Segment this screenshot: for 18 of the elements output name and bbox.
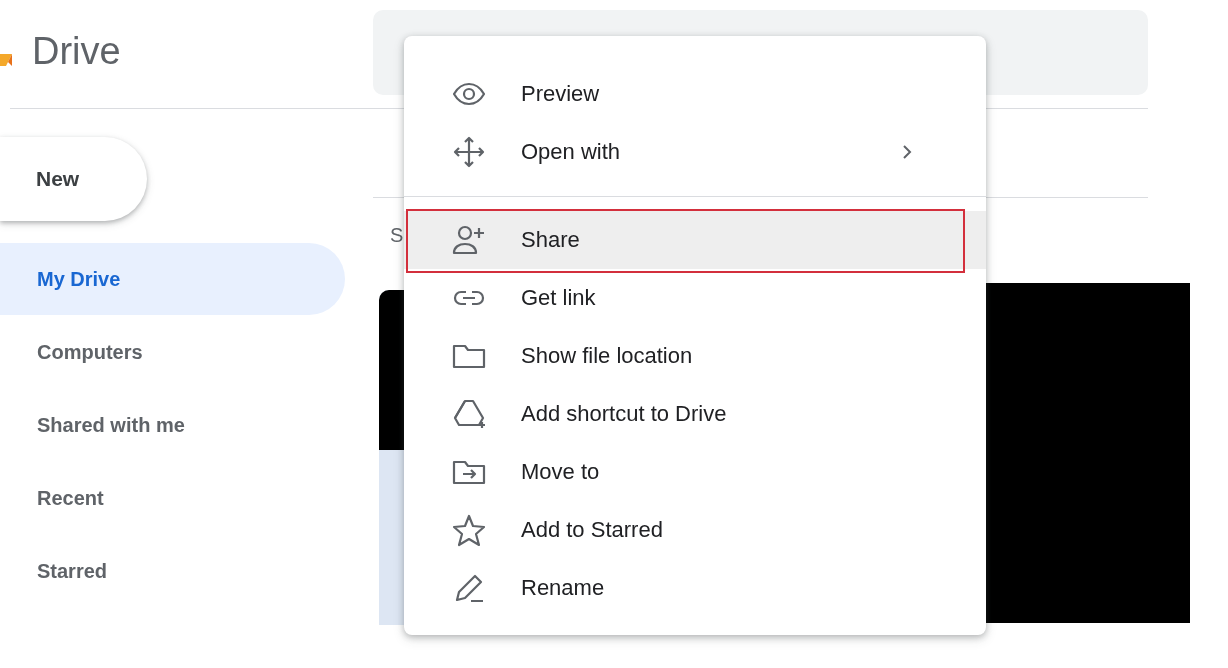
file-card[interactable] (986, 283, 1190, 623)
menu-item[interactable]: Rename (404, 559, 986, 617)
star-icon (450, 512, 488, 548)
menu-item[interactable]: Show file location (404, 327, 986, 385)
sidebar-item[interactable]: Starred (0, 535, 345, 608)
menu-item[interactable]: Add to Starred (404, 501, 986, 559)
sidebar-item[interactable]: Recent (0, 462, 345, 535)
menu-item[interactable]: Preview (404, 65, 986, 123)
app-title: Drive (32, 29, 121, 73)
menu-item[interactable]: Get link (404, 269, 986, 327)
sidebar-item[interactable]: Shared with me (0, 389, 345, 462)
menu-item[interactable]: Open with (404, 123, 986, 181)
sidebar-item[interactable]: Computers (0, 316, 345, 389)
menu-item[interactable]: Add shortcut to Drive (404, 385, 986, 443)
section-label: S (390, 224, 404, 247)
new-button[interactable]: New (0, 137, 147, 221)
menu-item[interactable]: Move to (404, 443, 986, 501)
sidebar-item[interactable]: My Drive (0, 243, 345, 315)
